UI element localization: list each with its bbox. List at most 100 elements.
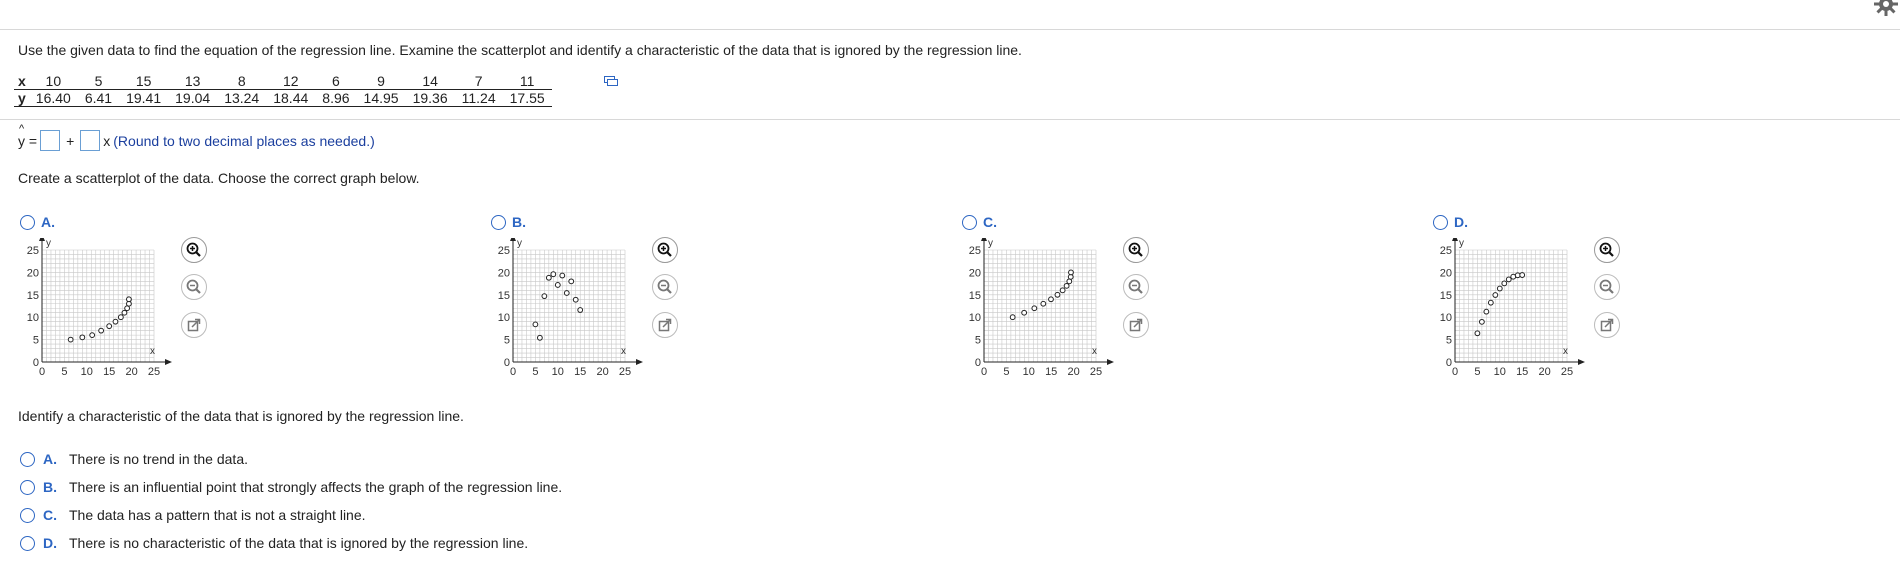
scatterplot-c: 0 5 10 15 20 25 0 5 10 15 20 25 x y: [954, 234, 1114, 382]
x-tick-label: 25: [1090, 366, 1102, 378]
scatter-point: [1031, 305, 1038, 312]
radio-graph-c[interactable]: [962, 214, 977, 230]
open-window-icon[interactable]: [1122, 311, 1150, 339]
scatter-point: [79, 334, 86, 341]
radio-choice-c[interactable]: [20, 507, 35, 523]
data-table: x 10 5 15 13 8 12 6 9 14 7 11 y 16.40 6.41 19.41 19.0…: [14, 73, 552, 107]
y-tick-label: 10: [498, 312, 510, 324]
x-tick-label: 20: [1538, 366, 1550, 378]
open-window-icon[interactable]: [180, 311, 208, 339]
zoom-out-icon[interactable]: [1122, 273, 1150, 301]
table-row-x: x 10 5 15 13 8 12 6 9 14 7 11: [14, 73, 552, 90]
y-axis-label: y: [1459, 238, 1464, 249]
y-row-label: y: [14, 89, 29, 107]
gear-icon[interactable]: [1874, 0, 1898, 16]
choice-a-letter: A.: [43, 451, 57, 467]
y-value-cell: 19.04: [168, 89, 218, 107]
scatter-point: [1496, 285, 1503, 292]
y-tick-label: 5: [975, 335, 981, 347]
scatter-point: [572, 296, 579, 303]
radio-graph-a[interactable]: [20, 214, 35, 230]
y-value-cell: 19.41: [119, 89, 169, 107]
scatterplot-svg-c: 0 5 10 15 20 25 0 5 10 15 20 25 x y: [969, 234, 1114, 378]
y-value-cell: 17.55: [502, 89, 552, 107]
graph-option-b[interactable]: B.: [491, 214, 526, 230]
y-tick-label: 5: [33, 335, 39, 347]
scatter-point: [1492, 292, 1499, 298]
x-row-label: x: [14, 73, 29, 90]
scatterplot-prompt: Create a scatterplot of the data. Choose…: [18, 170, 420, 186]
y-value-cell: 19.36: [405, 89, 455, 107]
open-window-icon[interactable]: [651, 311, 679, 339]
choice-c-text: The data has a pattern that is not a str…: [69, 507, 366, 523]
choice-d[interactable]: D. There is no characteristic of the dat…: [20, 535, 528, 551]
scatter-point: [563, 290, 570, 296]
scatter-point: [1021, 309, 1028, 316]
x-axis-label: x: [1563, 346, 1568, 357]
radio-choice-a[interactable]: [20, 451, 35, 467]
scatter-point: [1063, 282, 1070, 289]
y-tick-label: 10: [27, 312, 39, 324]
choice-c-letter: C.: [43, 507, 57, 523]
scatter-point: [126, 296, 132, 303]
choice-b-letter: B.: [43, 479, 57, 495]
scatter-point: [1048, 296, 1054, 303]
x-tick-label: 0: [39, 366, 45, 378]
scatter-point: [1505, 276, 1512, 283]
scatter-point: [532, 321, 539, 328]
zoom-out-icon[interactable]: [180, 273, 208, 301]
zoom-in-icon[interactable]: [1122, 236, 1150, 264]
x-tick-label: 20: [125, 366, 137, 378]
choice-d-text: There is no characteristic of the data t…: [69, 535, 529, 551]
scatter-point: [117, 314, 124, 321]
y-tick-label: 20: [969, 267, 981, 279]
zoom-out-icon[interactable]: [651, 273, 679, 301]
y-axis-label: y: [46, 238, 51, 249]
scatter-point: [1040, 300, 1047, 307]
choice-a[interactable]: A. There is no trend in the data.: [20, 451, 248, 467]
radio-choice-d[interactable]: [20, 535, 35, 551]
scatter-point: [550, 271, 557, 278]
y-axis-label: y: [988, 238, 993, 249]
scatter-point: [1501, 280, 1508, 287]
open-window-icon[interactable]: [1593, 311, 1621, 339]
intercept-input[interactable]: [40, 130, 61, 151]
zoom-in-icon[interactable]: [1593, 236, 1621, 264]
zoom-out-icon[interactable]: [1593, 273, 1621, 301]
y-tick-label: 20: [27, 267, 39, 279]
graph-option-d-letter: D.: [1454, 214, 1468, 230]
x-tick-label: 0: [1452, 366, 1458, 378]
zoom-in-icon[interactable]: [651, 236, 679, 264]
radio-graph-b[interactable]: [491, 214, 506, 230]
scatter-point: [1478, 318, 1485, 325]
x-tick-label: 5: [532, 366, 538, 378]
choice-a-text: There is no trend in the data.: [69, 451, 248, 467]
scatter-point: [559, 272, 566, 279]
y-tick-label: 15: [969, 290, 981, 302]
x-axis-arrow: [636, 359, 643, 365]
choice-b-text: There is an influential point that stron…: [69, 479, 563, 495]
characteristic-prompt: Identify a characteristic of the data th…: [18, 408, 464, 424]
x-axis-arrow: [1107, 359, 1114, 365]
graph-option-c[interactable]: C.: [962, 214, 997, 230]
choice-c[interactable]: C. The data has a pattern that is not a …: [20, 507, 366, 523]
scatter-point: [1059, 287, 1066, 294]
scatter-point: [106, 323, 113, 330]
copy-data-icon[interactable]: [604, 76, 618, 86]
y-value-cell: 11.24: [454, 89, 503, 107]
scatterplot-d: 0 5 10 15 20 25 0 5 10 15 20 25 x y: [1425, 234, 1585, 382]
middle-divider: [0, 119, 1900, 120]
y-hat-label: ^ y =: [18, 122, 38, 149]
scatterplot-b: 0 5 10 15 20 25 0 5 10 15 20 25 x y: [483, 234, 643, 382]
choice-b[interactable]: B. There is an influential point that st…: [20, 479, 562, 495]
scatter-point: [1483, 308, 1490, 315]
radio-graph-d[interactable]: [1433, 214, 1448, 230]
graph-option-d[interactable]: D.: [1433, 214, 1468, 230]
y-tick-label: 25: [27, 245, 39, 257]
zoom-in-icon[interactable]: [180, 236, 208, 264]
radio-choice-b[interactable]: [20, 479, 35, 495]
scatter-point: [1009, 314, 1016, 321]
graph-option-a[interactable]: A.: [20, 214, 55, 230]
slope-input[interactable]: [80, 130, 101, 151]
x-value-cell: 9: [356, 73, 406, 90]
